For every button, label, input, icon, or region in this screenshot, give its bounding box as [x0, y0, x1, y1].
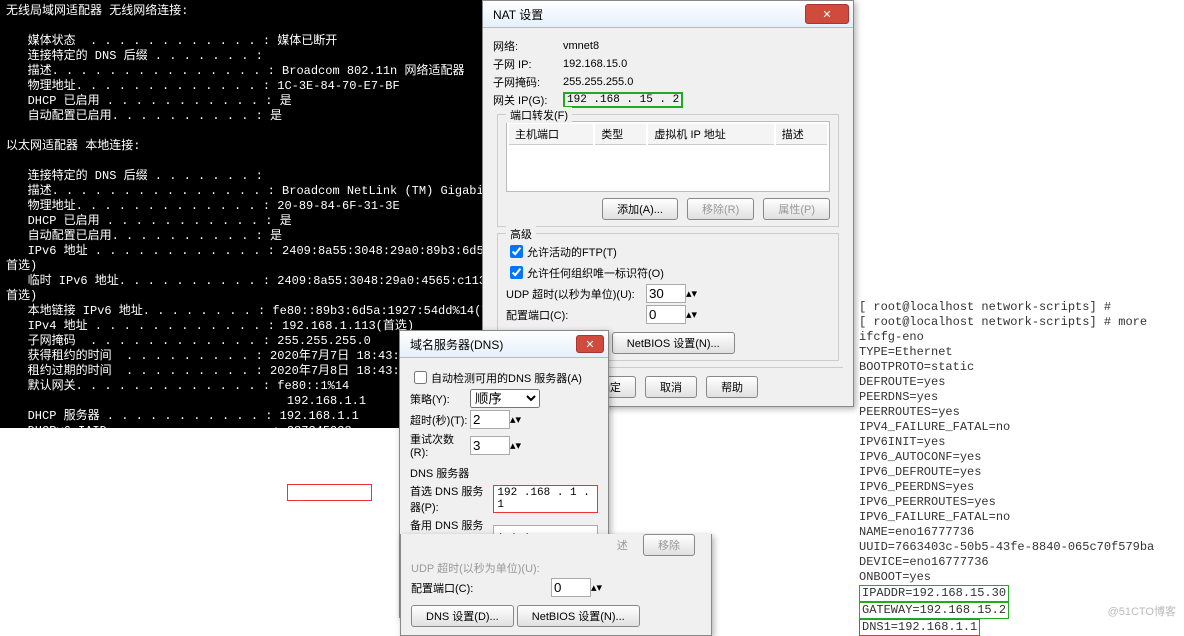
auto-dns-label: 自动检测可用的DNS 服务器(A): [431, 370, 582, 386]
dns-ip-highlight: 192.168.1.1: [287, 484, 372, 501]
close-icon[interactable]: ✕: [805, 4, 849, 24]
th-type: 类型: [595, 124, 646, 145]
nat-mask-label: 子网掩码:: [493, 74, 563, 90]
frag-desc: 述: [617, 540, 628, 552]
cfgport-label: 配置端口(C):: [506, 307, 646, 323]
dns-titlebar[interactable]: 域名服务器(DNS) ✕: [400, 331, 608, 358]
ftp-checkbox[interactable]: [510, 245, 523, 258]
port-forward-title: 端口转发(F): [506, 107, 572, 123]
ftp-label: 允许活动的FTP(T): [527, 244, 617, 260]
nat-mask-value: 255.255.255.0: [563, 76, 633, 88]
pref-dns-label: 首选 DNS 服务器(P):: [410, 483, 493, 515]
frag-cfg-input[interactable]: [551, 578, 591, 597]
dns-title: 域名服务器(DNS): [404, 336, 576, 353]
frag-dns-button[interactable]: DNS 设置(D)...: [411, 605, 514, 627]
udp-input[interactable]: [646, 284, 686, 303]
close-icon[interactable]: ✕: [576, 335, 604, 353]
cancel-button[interactable]: 取消: [645, 376, 697, 398]
frag-cfg-label: 配置端口(C):: [411, 580, 551, 596]
udp-label: UDP 超时(以秒为单位)(U):: [506, 286, 646, 302]
oui-checkbox[interactable]: [510, 266, 523, 279]
nat-gateway-input[interactable]: 192 .168 . 15 . 2: [563, 92, 683, 108]
pref-dns-input[interactable]: 192 .168 . 1 . 1: [493, 485, 598, 513]
nat-subnet-label: 子网 IP:: [493, 56, 563, 72]
netbios-settings-button[interactable]: NetBIOS 设置(N)...: [612, 332, 735, 354]
auto-dns-checkbox[interactable]: [414, 371, 427, 384]
policy-label: 策略(Y):: [410, 391, 470, 407]
retry-input[interactable]: [470, 436, 510, 455]
ifcfg-terminal: [ root@localhost network-scripts] # [ ro…: [859, 300, 1179, 636]
retry-label: 重试次数(R):: [410, 431, 470, 459]
th-desc: 描述: [776, 124, 827, 145]
nat-network-value: vmnet8: [563, 40, 599, 52]
nat-gateway-label: 网关 IP(G):: [493, 92, 563, 108]
ifcfg-dns1: DNS1=192.168.1.1: [859, 619, 980, 636]
frag-remove-button[interactable]: 移除: [643, 534, 695, 556]
oui-label: 允许任何组织唯一标识符(O): [527, 265, 664, 281]
nat-network-label: 网络:: [493, 38, 563, 54]
advanced-title: 高级: [506, 226, 536, 242]
properties-button[interactable]: 属性(P): [763, 198, 830, 220]
th-vmip: 虚拟机 IP 地址: [648, 124, 773, 145]
nat-fragment: 述 移除 UDP 超时(以秒为单位)(U): 配置端口(C):▴▾ DNS 设置…: [400, 534, 712, 636]
frag-udp-label: UDP 超时(以秒为单位)(U):: [411, 560, 551, 576]
timeout-label: 超时(秒)(T):: [410, 412, 470, 428]
timeout-input[interactable]: [470, 410, 510, 429]
ifcfg-gateway: GATEWAY=192.168.15.2: [859, 602, 1009, 619]
cfgport-input[interactable]: [646, 305, 686, 324]
port-forward-group: 端口转发(F) 主机端口类型虚拟机 IP 地址描述 添加(A)... 移除(R)…: [497, 114, 839, 227]
port-forward-table[interactable]: 主机端口类型虚拟机 IP 地址描述: [506, 121, 830, 192]
add-button[interactable]: 添加(A)...: [602, 198, 678, 220]
help-button[interactable]: 帮助: [706, 376, 758, 398]
nat-subnet-value: 192.168.15.0: [563, 58, 627, 70]
watermark: @51CTO博客: [1108, 603, 1176, 619]
policy-select[interactable]: 顺序: [470, 389, 540, 408]
nat-titlebar[interactable]: NAT 设置 ✕: [483, 1, 853, 28]
remove-button[interactable]: 移除(R): [687, 198, 754, 220]
th-hostport: 主机端口: [509, 124, 593, 145]
ifcfg-ipaddr: IPADDR=192.168.15.30: [859, 585, 1009, 602]
nat-title: NAT 设置: [487, 6, 805, 23]
frag-netbios-button[interactable]: NetBIOS 设置(N)...: [517, 605, 640, 627]
dns-servers-label: DNS 服务器: [410, 465, 598, 481]
